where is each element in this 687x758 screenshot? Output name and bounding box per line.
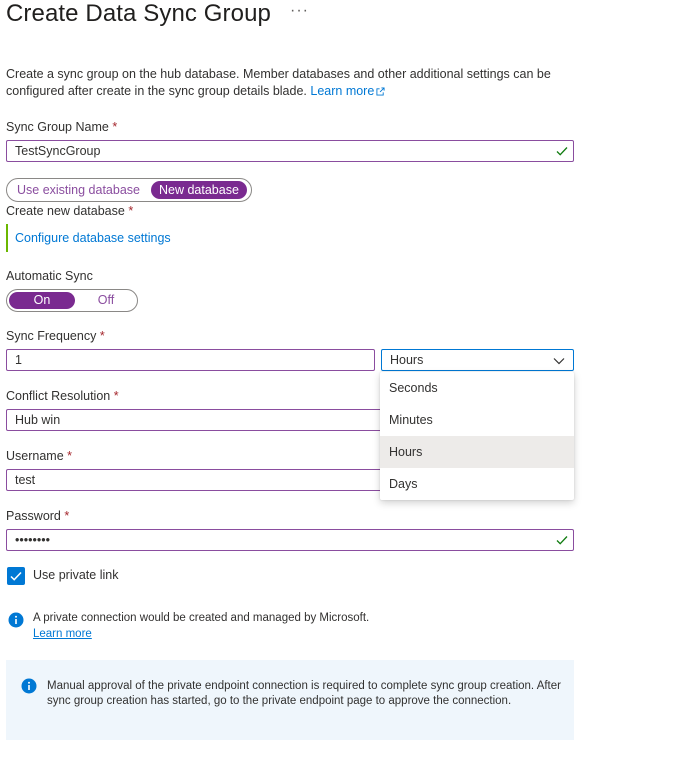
create-new-database-label: Create new database * xyxy=(6,204,134,218)
checkmark-icon xyxy=(556,536,568,545)
conflict-resolution-label: Conflict Resolution * xyxy=(6,389,119,403)
automatic-sync-on[interactable]: On xyxy=(9,292,75,309)
sync-frequency-unit-menu: Seconds Minutes Hours Days xyxy=(380,372,574,500)
intro-description: Create a sync group on the hub database.… xyxy=(6,66,581,100)
configure-database-settings-link[interactable]: Configure database settings xyxy=(15,231,171,245)
checkmark-icon xyxy=(556,147,568,156)
sync-frequency-label: Sync Frequency * xyxy=(6,329,105,343)
chevron-down-icon xyxy=(553,358,565,365)
page-title: Create Data Sync Group xyxy=(6,0,271,27)
learn-more-link[interactable]: Learn more xyxy=(310,84,385,98)
password-label: Password * xyxy=(6,509,70,523)
sync-group-name-label: Sync Group Name * xyxy=(6,120,118,134)
more-options-button[interactable]: ··· xyxy=(290,2,309,20)
automatic-sync-off[interactable]: Off xyxy=(77,292,135,309)
validation-bar xyxy=(6,224,8,252)
sync-group-name-input[interactable]: TestSyncGroup xyxy=(6,140,574,162)
automatic-sync-toggle: On Off xyxy=(6,289,138,312)
approval-info-box: Manual approval of the private endpoint … xyxy=(6,660,574,740)
username-label: Username * xyxy=(6,449,73,463)
unit-option-minutes[interactable]: Minutes xyxy=(380,404,574,436)
checkbox-check-icon xyxy=(10,571,22,581)
database-choice-toggle: Use existing database New database xyxy=(6,178,252,202)
private-connection-info: A private connection would be created an… xyxy=(33,612,370,624)
intro-text: Create a sync group on the hub database.… xyxy=(6,67,551,98)
approval-info-text: Manual approval of the private endpoint … xyxy=(47,680,561,707)
info-icon xyxy=(8,612,24,628)
use-private-link-label: Use private link xyxy=(33,568,119,582)
sync-frequency-unit-dropdown[interactable]: Hours xyxy=(381,349,574,371)
new-database-option[interactable]: New database xyxy=(151,181,247,199)
info-icon xyxy=(21,678,37,694)
unit-option-days[interactable]: Days xyxy=(380,468,574,500)
use-private-link-checkbox[interactable] xyxy=(7,567,25,585)
private-learn-more-link[interactable]: Learn more xyxy=(33,628,92,640)
password-input[interactable]: •••••••• xyxy=(6,529,574,551)
unit-option-hours[interactable]: Hours xyxy=(380,436,574,468)
use-existing-database-option[interactable]: Use existing database xyxy=(9,181,148,199)
unit-option-seconds[interactable]: Seconds xyxy=(380,372,574,404)
external-link-icon xyxy=(376,87,385,96)
sync-frequency-input[interactable]: 1 xyxy=(6,349,375,371)
automatic-sync-label: Automatic Sync xyxy=(6,269,93,283)
